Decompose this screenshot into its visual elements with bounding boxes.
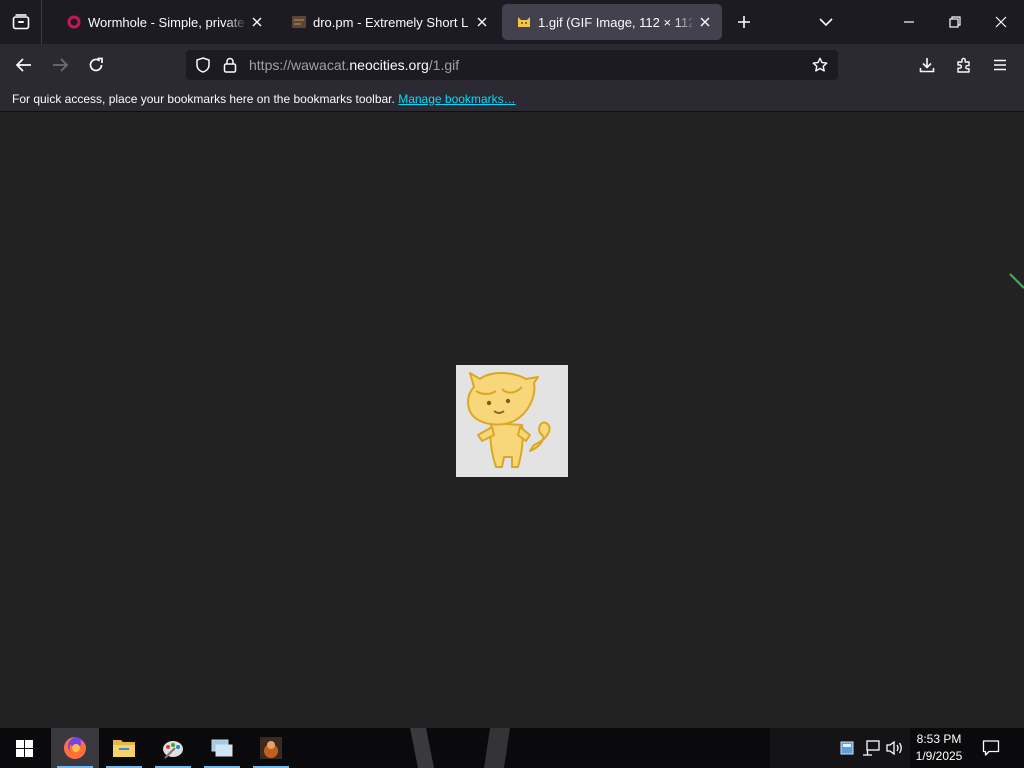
mouse-cursor	[1008, 272, 1024, 290]
tab-dropm[interactable]: dro.pm - Extremely Short Links	[277, 4, 499, 40]
hamburger-menu-icon	[994, 59, 1006, 71]
arrow-right-icon	[53, 58, 68, 72]
firefox-icon	[64, 737, 86, 759]
navigation-toolbar: https://wawacat.neocities.org/1.gif	[0, 44, 1024, 86]
minimize-icon	[904, 21, 914, 23]
url-domain: neocities.org	[349, 57, 429, 73]
volume-icon	[886, 740, 902, 756]
storage-tray-button[interactable]	[838, 738, 856, 758]
list-all-tabs-button[interactable]	[808, 4, 844, 40]
puzzle-icon	[957, 57, 970, 73]
paint-icon	[163, 741, 183, 759]
url-path: /1.gif	[428, 57, 460, 73]
close-tab-button[interactable]	[248, 13, 266, 31]
restore-button[interactable]	[932, 0, 978, 44]
forward-button[interactable]	[43, 48, 77, 82]
close-icon	[252, 17, 262, 27]
firefox-view-button[interactable]	[0, 0, 42, 44]
downloads-button[interactable]	[910, 48, 944, 82]
screen: Wormhole - Simple, private file sharing …	[0, 0, 1024, 768]
taskbar-network[interactable]	[198, 728, 246, 768]
minimize-button[interactable]	[886, 0, 932, 44]
cat-icon	[518, 17, 530, 27]
close-icon	[995, 16, 1007, 28]
page-content	[0, 112, 1024, 728]
taskbar-paint[interactable]	[149, 728, 197, 768]
windows-logo-icon	[15, 739, 33, 757]
network-tray-button[interactable]	[862, 738, 880, 758]
dropm-icon	[292, 16, 306, 28]
back-button[interactable]	[7, 48, 41, 82]
tab-wormhole[interactable]: Wormhole - Simple, private file sharing	[52, 4, 274, 40]
extensions-button[interactable]	[947, 48, 981, 82]
close-tab-button[interactable]	[696, 13, 714, 31]
new-tab-button[interactable]	[726, 4, 762, 40]
close-icon	[700, 17, 710, 27]
network-tray-icon	[863, 740, 880, 756]
plus-icon	[738, 16, 750, 28]
tab-title: 1.gif (GIF Image, 112 × 112 pixels)	[538, 14, 692, 30]
address-bar[interactable]: https://wawacat.neocities.org/1.gif	[186, 50, 838, 80]
file-explorer-icon	[113, 740, 135, 757]
reload-icon	[89, 57, 103, 72]
manage-bookmarks-link[interactable]: Manage bookmarks…	[398, 92, 515, 106]
gif-image[interactable]	[456, 365, 568, 477]
tab-title: dro.pm - Extremely Short Links	[313, 14, 469, 30]
download-icon	[919, 58, 935, 73]
start-button[interactable]	[0, 728, 48, 768]
wallpaper-shapes	[410, 728, 510, 768]
arrow-left-icon	[16, 58, 31, 72]
menu-button[interactable]	[983, 48, 1017, 82]
close-window-button[interactable]	[978, 0, 1024, 44]
network-icon	[211, 739, 233, 757]
clock-time: 8:53 PM	[916, 732, 962, 746]
cat-drawing	[467, 372, 551, 468]
restore-icon	[949, 16, 961, 28]
taskbar-file-explorer[interactable]	[100, 728, 148, 768]
bookmarks-toolbar: For quick access, place your bookmarks h…	[0, 86, 1024, 112]
tab-title: Wormhole - Simple, private file sharing	[88, 14, 244, 30]
close-icon	[477, 17, 487, 27]
lock-icon[interactable]	[222, 57, 238, 73]
chevron-down-icon	[819, 18, 833, 27]
bookmarks-hint: For quick access, place your bookmarks h…	[12, 92, 395, 106]
photo-app-icon	[260, 737, 282, 759]
notification-icon	[982, 740, 1000, 756]
taskbar-photo-app[interactable]	[247, 728, 295, 768]
storage-icon	[840, 741, 854, 755]
taskbar: 8:53 PM 1/9/2025	[0, 728, 1024, 768]
star-icon[interactable]	[812, 57, 828, 73]
tab-strip: Wormhole - Simple, private file sharing …	[0, 0, 1024, 44]
close-tab-button[interactable]	[473, 13, 491, 31]
clock-date: 1/9/2025	[915, 749, 963, 763]
firefox-view-icon	[12, 14, 29, 30]
taskbar-firefox[interactable]	[51, 728, 99, 768]
tab-gif-image[interactable]: 1.gif (GIF Image, 112 × 112 pixels)	[502, 4, 722, 40]
wormhole-icon	[67, 15, 81, 29]
taskbar-clock[interactable]: 8:53 PM 1/9/2025	[908, 731, 970, 765]
action-center-button[interactable]	[978, 736, 1004, 760]
volume-tray-button[interactable]	[886, 738, 904, 758]
url-prefix: https://wawacat.	[249, 57, 350, 73]
shield-icon[interactable]	[195, 57, 211, 73]
reload-button[interactable]	[79, 48, 113, 82]
url-text[interactable]: https://wawacat.neocities.org/1.gif	[249, 57, 459, 73]
